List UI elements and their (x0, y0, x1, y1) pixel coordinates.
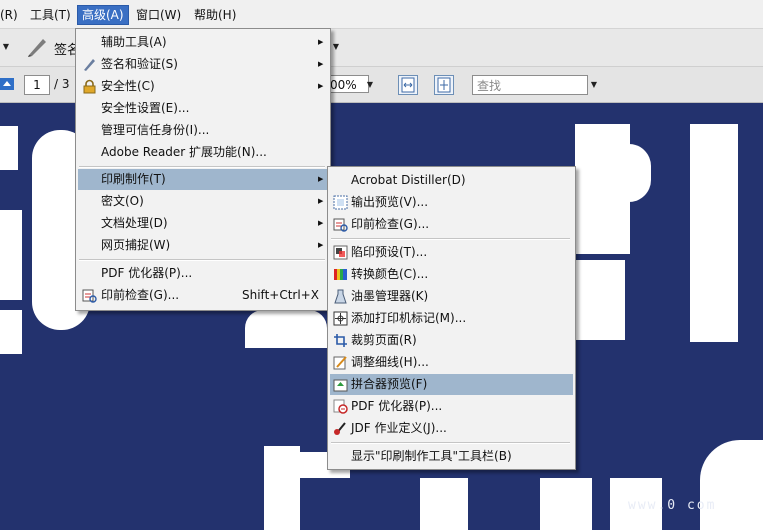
printer-marks-icon (333, 311, 348, 326)
menu-item-ink-manager[interactable]: 油墨管理器(K) (330, 286, 573, 307)
menu-item-security-settings[interactable]: 安全性设置(E)... (78, 98, 328, 119)
search-input[interactable]: 查找 (472, 75, 588, 95)
zoom-dropdown-icon[interactable]: ▼ (364, 75, 376, 95)
menu-help[interactable]: 帮助(H) (190, 6, 240, 24)
menu-item-pdf-optimizer[interactable]: PDF 优化器(P)... (78, 263, 328, 284)
menu-separator (331, 238, 570, 240)
lock-icon (82, 79, 97, 94)
menu-edit[interactable]: (R) (0, 6, 22, 24)
submenu-arrow-icon: ▶ (318, 60, 324, 68)
menu-window[interactable]: 窗口(W) (132, 6, 185, 24)
output-preview-icon (333, 195, 348, 210)
sign-pen-icon[interactable] (26, 36, 46, 57)
menu-separator (79, 166, 325, 168)
menu-item-flattener-preview[interactable]: 拼合器预览(F) (330, 374, 573, 395)
menu-separator (331, 442, 570, 444)
menu-tools[interactable]: 工具(T) (26, 6, 75, 24)
chevron-down-icon[interactable]: ▼ (0, 37, 12, 57)
preflight-icon (333, 217, 348, 232)
menu-item-print-production[interactable]: 印刷制作(T) ▶ (78, 169, 328, 190)
search-dropdown-icon[interactable]: ▼ (588, 75, 600, 95)
submenu-arrow-icon: ▶ (318, 241, 324, 249)
menu-item-accessibility[interactable]: 辅助工具(A) ▶ (78, 32, 328, 53)
menu-item-trap-presets[interactable]: 陷印预设(T)... (330, 242, 573, 263)
submenu-arrow-icon: ▶ (318, 219, 324, 227)
crop-pages-icon (333, 333, 348, 348)
menubar: (R) 工具(T) 高级(A) 窗口(W) 帮助(H) (0, 0, 763, 29)
submenu-arrow-icon: ▶ (318, 197, 324, 205)
menu-advanced[interactable]: 高级(A) (77, 5, 129, 25)
menu-item-crop-pages[interactable]: 裁剪页面(R) (330, 330, 573, 351)
trap-presets-icon (333, 245, 348, 260)
flattener-preview-icon (333, 377, 348, 392)
page-total: / 3 (54, 77, 70, 91)
menu-item-reader-extensions[interactable]: Adobe Reader 扩展功能(N)... (78, 142, 328, 163)
menu-item-preflight[interactable]: 印前检查(G)... Shift+Ctrl+X (78, 285, 328, 306)
zoom-input[interactable]: 00% (325, 75, 369, 93)
menu-item-pdf-optimizer[interactable]: PDF 优化器(P)... (330, 396, 573, 417)
menu-item-output-preview[interactable]: 输出预览(V)... (330, 192, 573, 213)
menu-item-web-capture[interactable]: 网页捕捉(W) ▶ (78, 235, 328, 256)
fix-hairlines-icon (333, 355, 348, 370)
jdf-icon (333, 421, 348, 436)
fit-width-icon[interactable] (398, 75, 418, 95)
submenu-arrow-icon: ▶ (318, 82, 324, 90)
watermark: www.0 com (628, 498, 717, 513)
ink-manager-icon (333, 289, 348, 304)
menu-item-security[interactable]: 安全性(C) ▶ (78, 76, 328, 97)
submenu-arrow-icon: ▶ (318, 38, 324, 46)
prev-page-icon[interactable] (0, 74, 20, 94)
menu-item-redaction[interactable]: 密文(O) ▶ (78, 191, 328, 212)
convert-colors-icon (333, 267, 348, 282)
preflight-icon (82, 288, 97, 303)
fit-page-icon[interactable] (434, 75, 454, 95)
menu-item-sign-verify[interactable]: 签名和验证(S) ▶ (78, 54, 328, 75)
menu-separator (79, 259, 325, 261)
menu-item-fix-hairlines[interactable]: 调整细线(H)... (330, 352, 573, 373)
pdf-optimizer-icon (333, 399, 348, 414)
submenu-arrow-icon: ▶ (318, 175, 324, 183)
menu-item-convert-colors[interactable]: 转换颜色(C)... (330, 264, 573, 285)
advanced-menu: 辅助工具(A) ▶ 签名和验证(S) ▶ 安全性(C) ▶ 安全性设置(E)..… (75, 28, 331, 311)
chevron-down-icon[interactable]: ▼ (330, 37, 342, 57)
menu-item-trusted-identities[interactable]: 管理可信任身份(I)... (78, 120, 328, 141)
menu-item-preflight[interactable]: 印前检查(G)... (330, 214, 573, 235)
pen-icon (82, 57, 97, 72)
menu-item-document-processing[interactable]: 文档处理(D) ▶ (78, 213, 328, 234)
menu-item-acrobat-distiller[interactable]: Acrobat Distiller(D) (330, 170, 573, 191)
shortcut-label: Shift+Ctrl+X (242, 288, 319, 302)
page-number-input[interactable]: 1 (24, 75, 50, 95)
print-production-submenu: Acrobat Distiller(D) 输出预览(V)... 印前检查(G).… (327, 166, 576, 470)
menu-item-jdf-job-definitions[interactable]: JDF 作业定义(J)... (330, 418, 573, 439)
menu-item-printer-marks[interactable]: 添加打印机标记(M)... (330, 308, 573, 329)
menu-item-show-toolbar[interactable]: 显示"印刷制作工具"工具栏(B) (330, 446, 573, 467)
